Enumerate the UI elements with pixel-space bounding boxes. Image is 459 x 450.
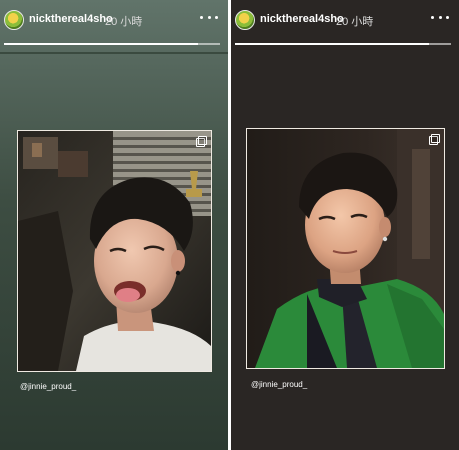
post-time: 20 小時 — [336, 16, 374, 28]
more-options-icon[interactable] — [431, 12, 449, 22]
story-progress-bar — [235, 43, 451, 45]
multiple-photos-icon — [196, 136, 207, 147]
multiple-photos-icon — [429, 134, 440, 145]
story-header: nickthereal4sho 20 小時 — [231, 0, 459, 45]
username[interactable]: nickthereal4sho — [260, 13, 344, 25]
polaroid-photo — [17, 130, 212, 372]
post-time: 20 小時 — [105, 16, 143, 28]
story-panel-2[interactable]: nickthereal4sho 20 小時 @jinnie_proud_ — [231, 0, 459, 450]
header-divider — [0, 52, 228, 54]
profile-avatar[interactable] — [4, 10, 24, 30]
story-progress-fill — [235, 43, 430, 45]
mention-tag[interactable]: @jinnie_proud_ — [20, 382, 76, 391]
photo-illustration — [247, 129, 444, 368]
profile-avatar[interactable] — [235, 10, 255, 30]
story-header: nickthereal4sho 20 小時 — [0, 0, 228, 45]
mention-tag[interactable]: @jinnie_proud_ — [251, 380, 307, 389]
story-progress-bar — [4, 43, 220, 45]
username[interactable]: nickthereal4sho — [29, 13, 113, 25]
more-options-icon[interactable] — [200, 12, 218, 22]
photo-image — [18, 131, 211, 371]
photo-illustration — [18, 131, 211, 371]
story-progress-fill — [4, 43, 199, 45]
polaroid-photo — [246, 128, 445, 369]
photo-image — [247, 129, 444, 368]
story-panel-1[interactable]: nickthereal4sho 20 小時 @jinnie_proud_ — [0, 0, 228, 450]
